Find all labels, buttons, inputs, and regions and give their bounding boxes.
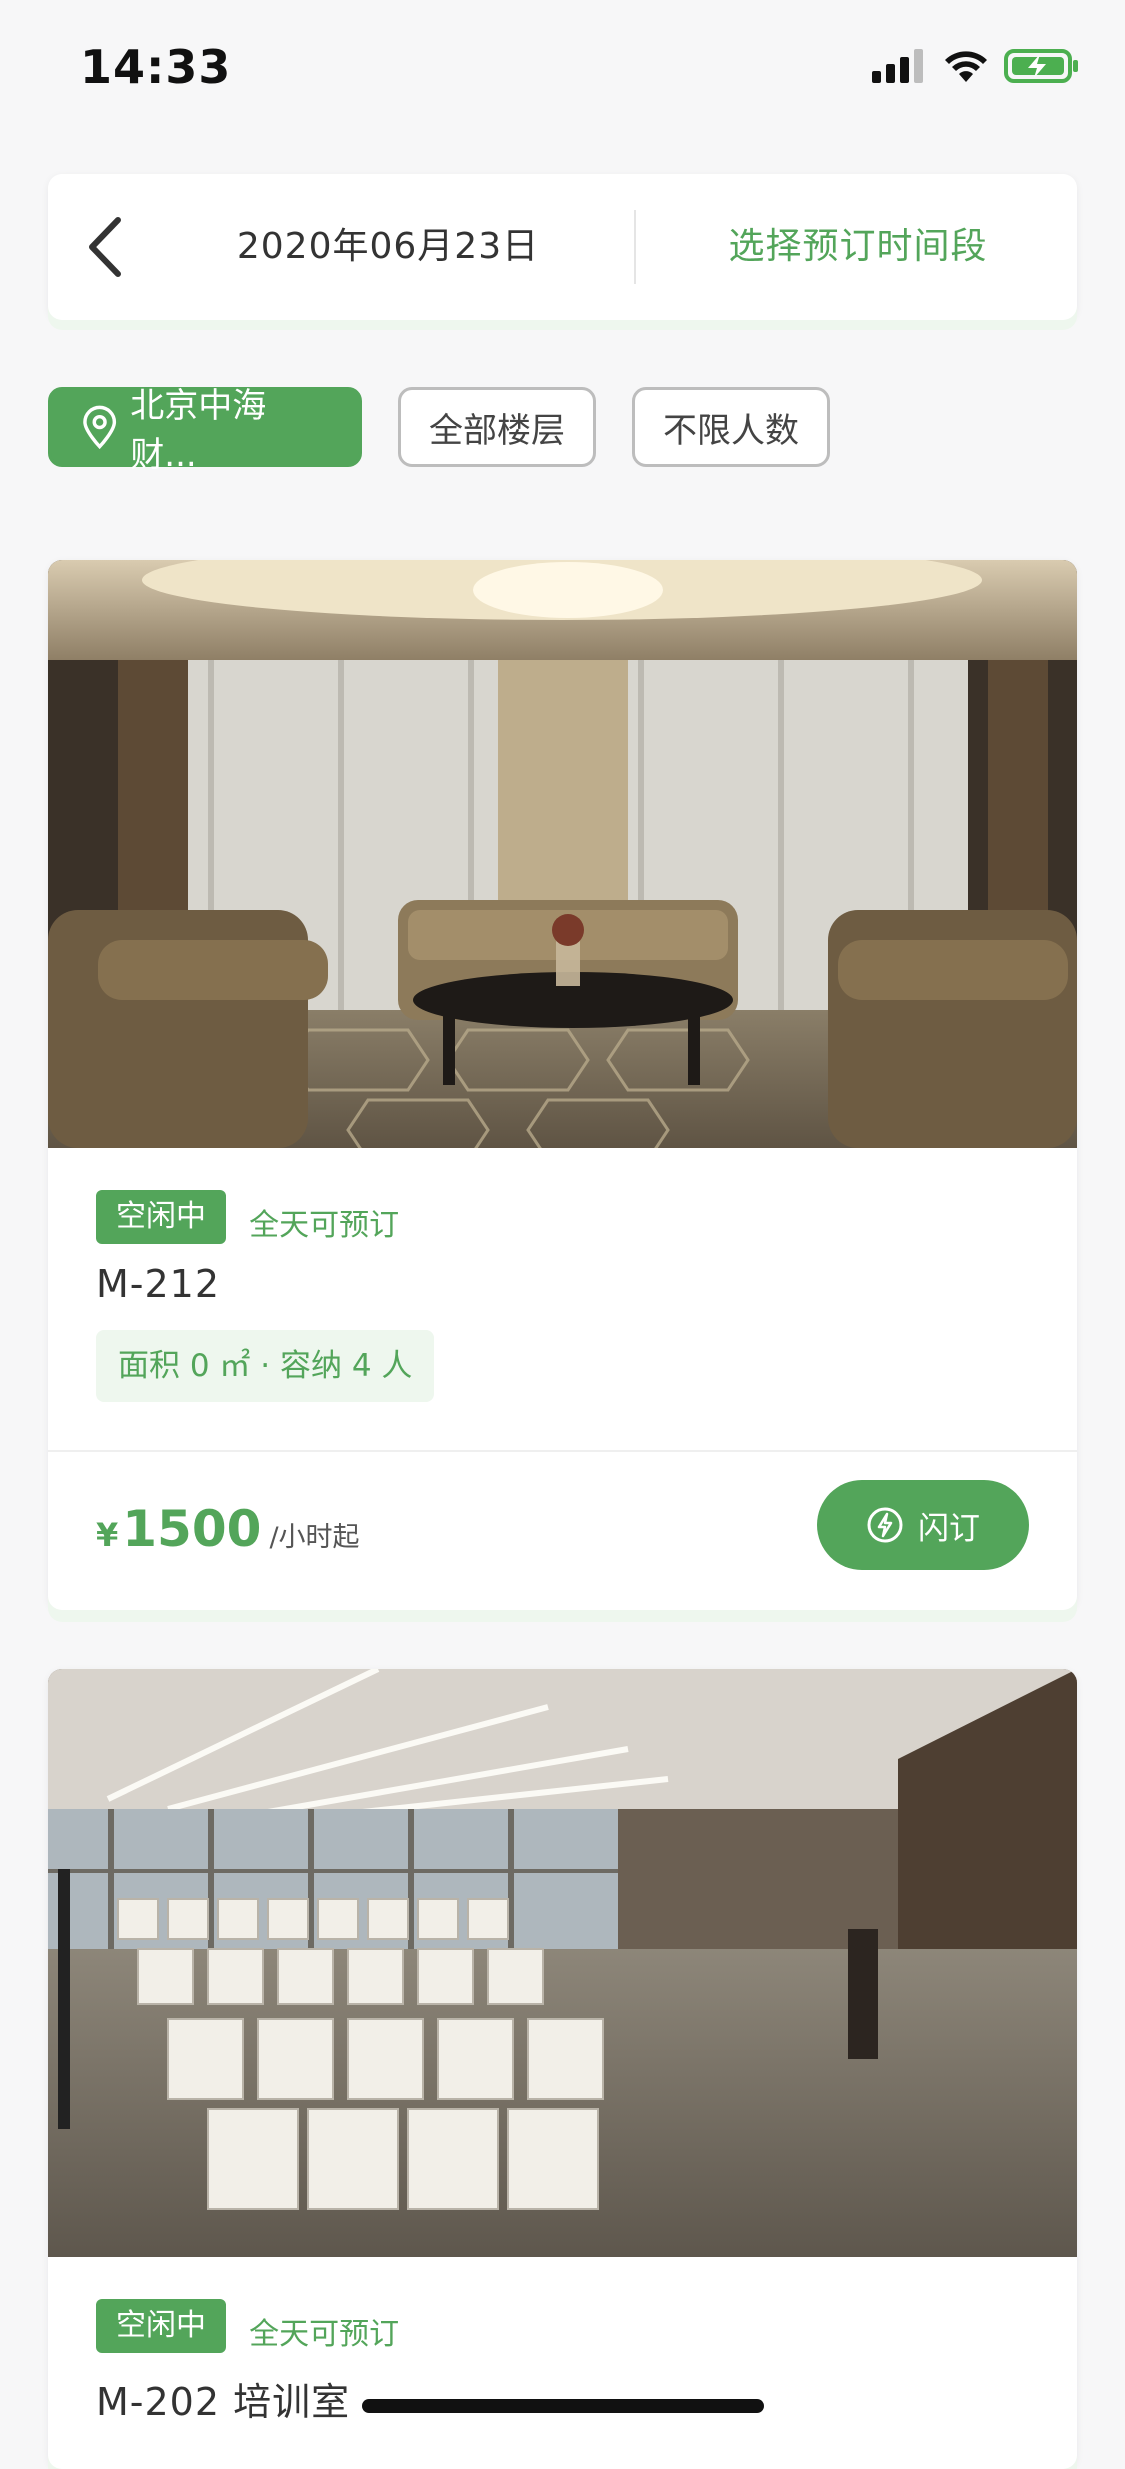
quick-book-label: 闪订 bbox=[918, 1510, 980, 1547]
lightning-icon bbox=[867, 1507, 903, 1543]
currency-symbol: ¥ bbox=[96, 1516, 119, 1554]
room-photo bbox=[48, 560, 1077, 1148]
quick-book-button[interactable]: 闪订 bbox=[817, 1480, 1029, 1570]
filter-location-label: 北京中海财... bbox=[130, 386, 267, 475]
filter-location[interactable]: 北京中海财... bbox=[48, 386, 362, 475]
home-indicator[interactable] bbox=[362, 2399, 764, 2413]
status-badge: 空闲中 bbox=[96, 1190, 226, 1244]
filter-bar: 北京中海财... 全部楼层 不限人数 bbox=[48, 386, 830, 475]
room-photo bbox=[48, 1669, 1077, 2257]
status-time: 14:33 bbox=[80, 40, 232, 94]
status-bar: 14:33 bbox=[0, 0, 1125, 140]
filter-floor-label: 全部楼层 bbox=[429, 410, 565, 451]
price-row: ¥1500/小时起 闪订 bbox=[48, 1452, 1077, 1602]
room-price: ¥1500/小时起 bbox=[96, 1500, 360, 1558]
back-button[interactable] bbox=[78, 214, 138, 280]
room-name: M-212 bbox=[96, 1262, 221, 1306]
availability-label: 全天可预订 bbox=[249, 2316, 400, 2352]
filter-capacity[interactable]: 不限人数 bbox=[632, 387, 830, 467]
room-card[interactable]: 空闲中 全天可预订 M-212 面积 0 ㎡ · 容纳 4 人 ¥1500/小时… bbox=[48, 560, 1077, 1610]
location-pin-icon bbox=[83, 405, 117, 449]
room-spec: 面积 0 ㎡ · 容纳 4 人 bbox=[96, 1330, 435, 1402]
room-card[interactable]: 空闲中 全天可预订 M-202 培训室 bbox=[48, 1669, 1077, 2469]
chevron-left-icon bbox=[89, 217, 121, 277]
filter-capacity-label: 不限人数 bbox=[663, 410, 799, 451]
price-unit: /小时起 bbox=[269, 1522, 360, 1553]
header-divider bbox=[634, 210, 636, 284]
selected-date[interactable]: 2020年06月23日 bbox=[188, 174, 588, 320]
select-time-slot-button[interactable]: 选择预订时间段 bbox=[668, 174, 1048, 320]
status-icons bbox=[872, 48, 1080, 84]
date-header: 2020年06月23日 选择预订时间段 bbox=[48, 174, 1077, 320]
wifi-icon bbox=[945, 51, 987, 82]
status-badge: 空闲中 bbox=[96, 2299, 226, 2353]
battery-icon bbox=[1004, 49, 1078, 83]
price-value: 1500 bbox=[122, 1500, 262, 1558]
signal-icon bbox=[872, 49, 923, 83]
availability-label: 全天可预订 bbox=[249, 1207, 400, 1243]
filter-floor[interactable]: 全部楼层 bbox=[398, 387, 596, 467]
